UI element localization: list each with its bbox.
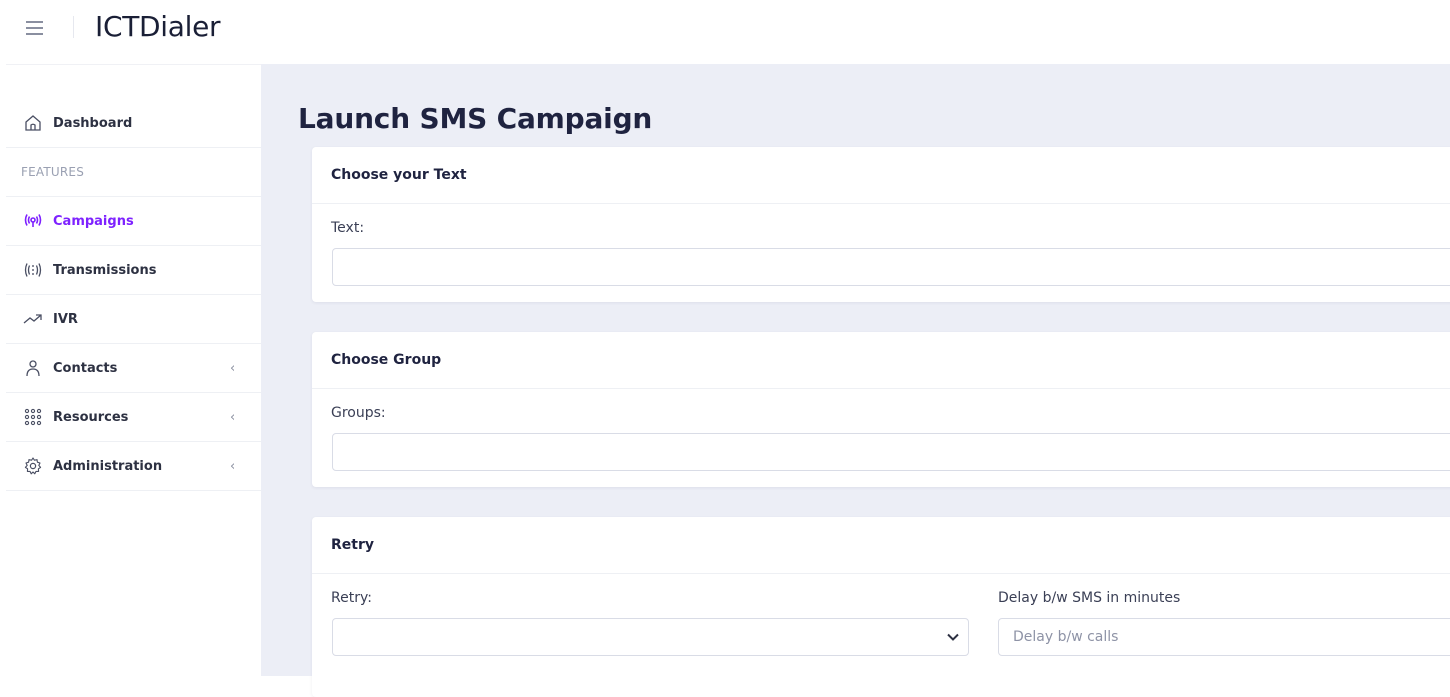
user-icon: [22, 357, 44, 379]
card-header: Choose Group: [312, 332, 1450, 389]
groups-input[interactable]: [332, 433, 1450, 471]
delay-label: Delay b/w SMS in minutes: [998, 590, 1181, 606]
chevron-left-icon: ‹: [230, 409, 236, 425]
delay-input[interactable]: Delay b/w calls: [998, 618, 1450, 656]
main-content: Launch SMS Campaign Choose your Text Tex…: [261, 64, 1450, 697]
sidebar-item-transmissions[interactable]: Transmissions: [6, 246, 261, 295]
chevron-left-icon: ‹: [230, 360, 236, 376]
sidebar-item-campaigns[interactable]: Campaigns: [6, 197, 261, 246]
retry-select[interactable]: [332, 618, 969, 656]
sidebar-item-dashboard[interactable]: Dashboard: [6, 99, 261, 148]
top-bar: ICTDialer: [0, 0, 1450, 58]
sidebar-item-resources[interactable]: Resources ‹: [6, 393, 261, 442]
trending-up-icon: [22, 308, 44, 330]
groups-label: Groups:: [331, 405, 386, 421]
card-header: Choose your Text: [312, 147, 1450, 204]
text-card: Choose your Text Text:: [312, 147, 1450, 302]
sidebar: Dashboard FEATURES Campaigns Transmissio…: [6, 64, 261, 676]
sidebar-item-label: Dashboard: [53, 115, 133, 131]
sidebar-item-label: Contacts: [53, 360, 118, 376]
sidebar-item-label: Administration: [53, 458, 163, 474]
sidebar-item-ivr[interactable]: IVR: [6, 295, 261, 344]
gear-icon: [22, 455, 44, 477]
section-features: FEATURES: [6, 148, 261, 197]
text-label: Text:: [331, 220, 365, 236]
sidebar-item-label: Resources: [53, 409, 129, 425]
sidebar-item-label: Transmissions: [53, 262, 157, 278]
text-input[interactable]: [332, 248, 1450, 286]
broadcast-icon: [22, 210, 44, 232]
chevron-left-icon: ‹: [230, 458, 236, 474]
sidebar-item-label: Campaigns: [53, 213, 134, 229]
sidebar-item-administration[interactable]: Administration ‹: [6, 442, 261, 491]
menu-icon[interactable]: [26, 18, 52, 38]
group-card: Choose Group Groups:: [312, 332, 1450, 487]
home-icon: [22, 112, 44, 134]
page-title: Launch SMS Campaign: [298, 102, 653, 135]
divider: [73, 16, 74, 38]
app-title: ICTDialer: [95, 10, 221, 43]
sidebar-item-contacts[interactable]: Contacts ‹: [6, 344, 261, 393]
signal-icon: [22, 259, 44, 281]
retry-card: Retry Retry: Delay b/w SMS in minutes De…: [312, 517, 1450, 697]
sidebar-item-label: IVR: [53, 311, 78, 327]
retry-label: Retry:: [331, 590, 372, 606]
card-header: Retry: [312, 517, 1450, 574]
grid-icon: [22, 406, 44, 428]
chevron-down-icon: [947, 633, 959, 641]
